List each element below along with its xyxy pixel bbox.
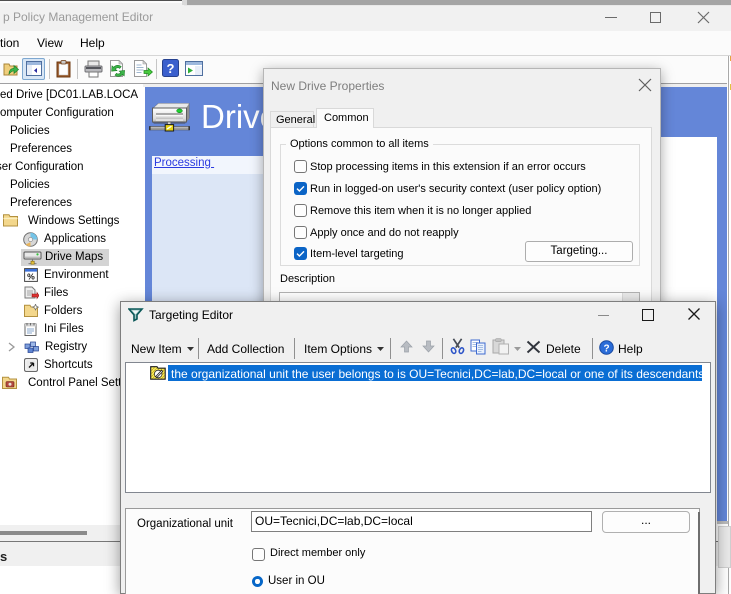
svg-text:%: % xyxy=(27,272,35,282)
svg-text:?: ? xyxy=(167,61,175,76)
svg-text:?: ? xyxy=(603,343,609,354)
